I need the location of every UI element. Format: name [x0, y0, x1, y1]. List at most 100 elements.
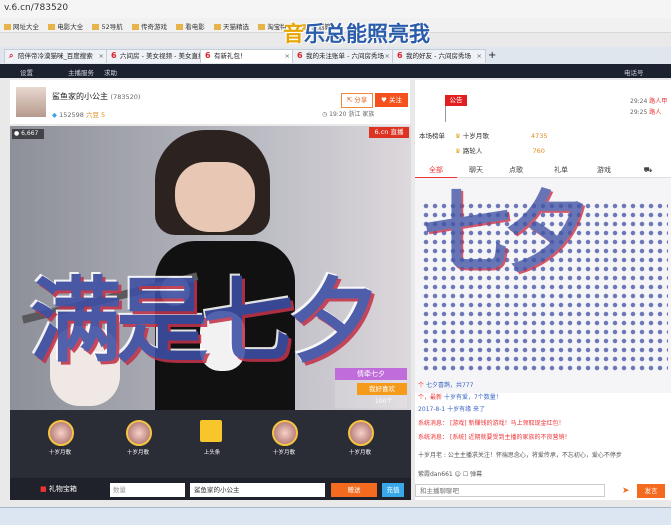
tab-chat[interactable]: 聊天 — [455, 163, 497, 177]
folder-icon — [92, 24, 100, 30]
close-icon[interactable]: × — [99, 50, 104, 63]
chat-message: 个，最新 十岁有爱，7个数量！ — [418, 394, 502, 401]
give-gift-button[interactable]: 赠送 — [331, 483, 377, 497]
tab-games[interactable]: 游戏 — [583, 163, 625, 177]
cart-icon[interactable]: ⛟ — [627, 163, 669, 177]
quantity-field[interactable]: 数量 — [110, 483, 185, 497]
gift-item[interactable]: 十岁月歌 — [264, 418, 302, 466]
chat-tabs: 全部 聊天 点歌 礼单 游戏 ⛟ — [415, 163, 671, 179]
new-tab-button[interactable]: + — [484, 49, 500, 62]
site-favicon-icon: 6 — [205, 51, 211, 60]
top-chat-line: 29:25 路人 — [630, 109, 662, 116]
gift-item[interactable]: 上头条 — [192, 418, 230, 466]
close-icon[interactable]: × — [385, 50, 390, 63]
gift-avatar — [126, 420, 152, 446]
close-icon[interactable]: × — [285, 50, 290, 63]
url-text[interactable]: v.6.cn/783520 — [4, 3, 68, 13]
clock-icon: ◷ — [322, 111, 328, 118]
gift-avatar — [48, 420, 74, 446]
search-icon: ⌕ — [9, 51, 14, 60]
gift-effect-text: 满是七夕 — [30, 268, 380, 375]
crown-icon: ♛ — [455, 132, 461, 140]
site-header: 设置 主播服务 求助 电话号 — [0, 64, 671, 78]
chat-message: 系统消息： [系统] 近期就要受到主播的家族的不良营销！ — [418, 434, 571, 441]
browser-tab[interactable]: 6 我的好友 - 六间房秀场 × — [392, 49, 486, 63]
gift-item[interactable]: 十岁月歌 — [340, 418, 378, 466]
gift-box-icon: ■ — [40, 485, 47, 493]
gift-item[interactable]: 十岁月歌 — [40, 418, 78, 466]
recharge-button[interactable]: 充值 — [382, 483, 404, 497]
room-meta: ◷ 19:20 浙江 家族 — [322, 111, 375, 118]
streamer-face — [175, 162, 255, 232]
share-button[interactable]: ⇱ 分享 — [341, 93, 373, 108]
overlay-caption: 音乐总能照亮我 — [283, 22, 430, 46]
bookmark-item[interactable]: 天猫精选 — [213, 21, 249, 31]
gift-item[interactable]: 十岁月歌 — [118, 418, 156, 466]
browser-tab[interactable]: 6 六间房 - 美女视频 - 美女直播 × — [106, 49, 202, 63]
gift-name: 情牵七夕 — [335, 368, 407, 380]
browser-tab[interactable]: ⌕ 陪伴帝冷漠猫咪_百度搜索 × — [4, 49, 108, 63]
send-button[interactable]: 发言 — [637, 484, 665, 498]
chat-gift-flood: 七夕 — [415, 178, 671, 393]
folder-icon — [48, 24, 56, 30]
rank-row[interactable]: ♛ 十岁月歌 4735 — [455, 130, 548, 140]
folder-icon — [4, 24, 11, 30]
paper-plane-icon[interactable]: ➤ — [622, 486, 630, 496]
gift-chest-button[interactable]: ■ 礼物宝箱 — [40, 484, 77, 494]
browser-address-bar[interactable]: v.6.cn/783520 — [0, 0, 671, 19]
bookmark-item[interactable]: 52导航 — [92, 21, 123, 31]
announcement-flag[interactable]: 公告 — [445, 95, 467, 106]
browser-tab[interactable]: 6 我的未注账单 - 六间房秀场 × — [292, 49, 394, 63]
rank-title: 本场榜单 — [419, 132, 445, 140]
chat-input[interactable] — [415, 484, 605, 497]
site-favicon-icon: 6 — [297, 51, 303, 60]
flood-effect-text: 七夕 — [423, 181, 591, 284]
bullet-checkbox[interactable]: ☐ — [463, 471, 468, 478]
viewer-count: ● 6,667 — [12, 129, 44, 139]
bookmark-item[interactable]: 网址大全 — [4, 21, 39, 31]
bookmark-item[interactable]: 看电影 — [176, 21, 205, 31]
site-favicon-icon: 6 — [397, 51, 403, 60]
rank-row[interactable]: ♛ 路轮人 760 — [455, 145, 545, 155]
bookmark-item[interactable]: 传奇游戏 — [131, 21, 167, 31]
close-icon[interactable]: × — [477, 50, 482, 63]
bookmark-item[interactable]: 电影大全 — [48, 21, 83, 31]
avatar[interactable] — [16, 87, 46, 117]
top-chat-line: 29:24 路人甲 — [630, 98, 668, 105]
tab-song[interactable]: 点歌 — [495, 163, 537, 177]
site-favicon-icon: 6 — [111, 51, 117, 60]
settings-button[interactable]: 设置 — [20, 67, 33, 77]
folder-icon — [176, 24, 184, 30]
tab-all[interactable]: 全部 — [415, 163, 457, 179]
anchor-name[interactable]: 鲨鱼家的小公主 (783520) — [52, 91, 140, 102]
gift-avatar — [348, 420, 374, 446]
chat-message: 个 七夕喜鹊，共777 — [418, 382, 474, 389]
anchor-service-link[interactable]: 主播服务 — [68, 67, 94, 77]
heart-icon: ♥ — [381, 96, 387, 104]
browser-tab-strip: ⌕ 陪伴帝冷漠猫咪_百度搜索 × 6 六间房 - 美女视频 - 美女直播 × 6 有新礼包… — [0, 47, 671, 65]
browser-tab-active[interactable]: 6 有新礼包！ × — [200, 49, 294, 63]
user-icon: ● — [14, 130, 20, 137]
anchor-stats: ◆ 152598 六豆 5 — [52, 111, 106, 119]
gift-notification: 情牵七夕 我好喜欢 100个 — [335, 368, 407, 408]
recipient-select[interactable]: 鲨鱼家的小公主 — [190, 483, 325, 497]
gift-count: 100个 — [375, 398, 393, 405]
gift-message: 我好喜欢 — [357, 383, 407, 395]
gift-avatar — [272, 420, 298, 446]
crown-icon — [200, 420, 222, 442]
folder-icon — [131, 24, 139, 30]
help-link[interactable]: 求助 — [104, 67, 117, 77]
diamond-icon: ◆ — [52, 111, 57, 119]
follow-button[interactable]: ♥ 关注 — [375, 93, 408, 107]
chat-options-row: 紫霞dan661 ☺ ☐ 弹幕 — [418, 471, 483, 478]
close-icon[interactable]: × — [193, 50, 198, 63]
site-logo: 6.cn 直播 — [369, 127, 409, 138]
tab-gift-list[interactable]: 礼单 — [540, 163, 582, 177]
os-taskbar — [0, 507, 671, 525]
user-account-link[interactable]: 电话号 — [624, 67, 644, 77]
chat-message: 2017-8-1 十岁有缘 来了 — [418, 406, 486, 413]
folder-icon — [258, 24, 266, 30]
emoji-icon[interactable]: ☺ — [455, 471, 461, 478]
folder-icon — [213, 24, 221, 30]
share-icon: ⇱ — [346, 96, 353, 104]
